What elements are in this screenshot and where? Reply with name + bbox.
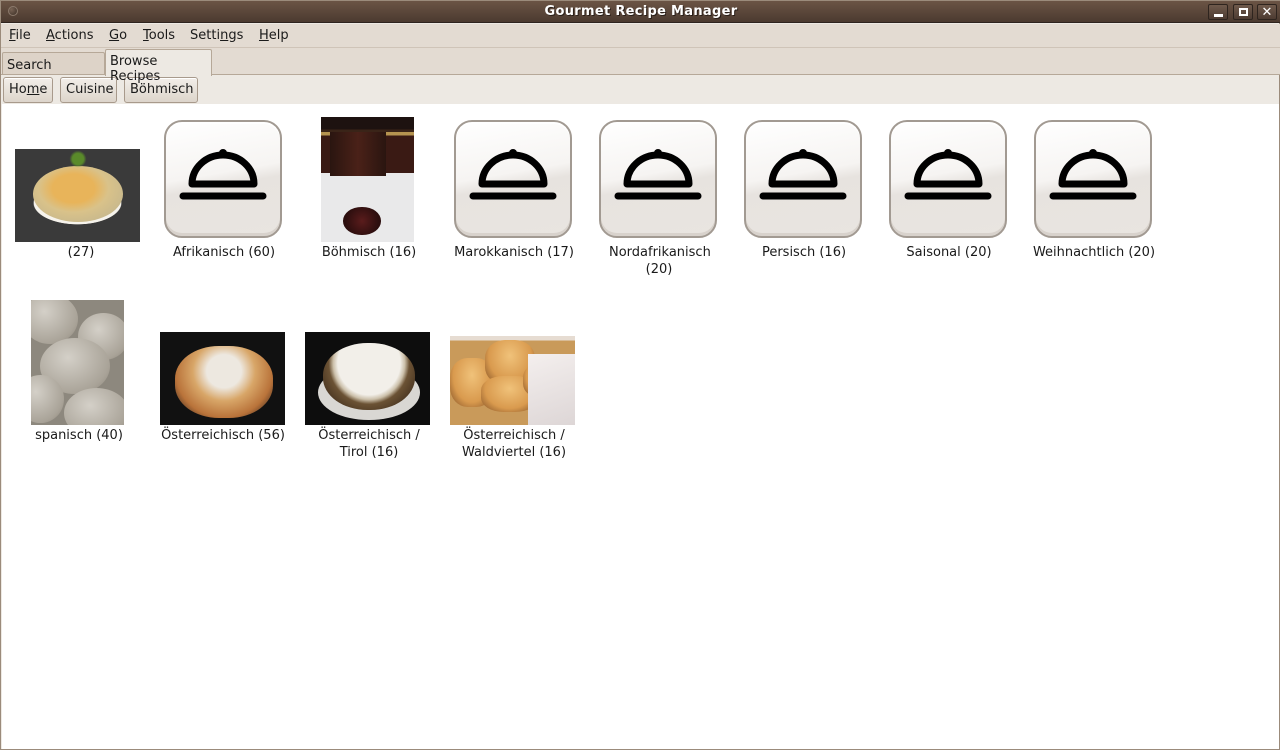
menu-actions-label: ctions [54,28,94,43]
menu-file-label: ile [15,28,31,43]
maximize-button[interactable] [1233,4,1253,20]
browse-item[interactable]: Persisch (16) [734,112,874,272]
breadcrumb-home-button[interactable]: Home [3,77,53,103]
menu-go-label: o [119,28,128,43]
notebook-tabs: Search recipes Browse Recipes [1,48,1280,88]
browse-item[interactable]: spanisch (40) [9,295,149,455]
menu-settings[interactable]: Settings [190,28,243,43]
dish-cloche-icon [599,120,717,238]
breadcrumb: Home Cuisine Böhmisch [2,75,1280,104]
browse-item-label: Marokkanisch (17) [454,245,574,260]
dish-cloche-icon [889,120,1007,238]
cloche-dome [188,151,258,188]
dish-cloche-icon [1034,120,1152,238]
menu-help-label: elp [268,28,289,43]
cloche-glyph [1049,149,1137,200]
browse-item-label: Persisch (16) [761,245,847,260]
browse-item[interactable]: Saisonal (20) [879,112,1019,272]
menu-help[interactable]: Help [259,28,289,43]
menu-tools-label: ools [148,28,176,43]
browse-item-label: (27) [67,245,95,260]
cloche-glyph [904,149,992,200]
cloche-dome [1058,151,1128,188]
cloche-dome [623,151,693,188]
tab-search-recipes[interactable]: Search recipes [2,52,105,88]
photo-potatoes-thumbnail [31,300,124,425]
photo-jam-jar-thumbnail [321,117,414,242]
tab-browse-recipes[interactable]: Browse Recipes [105,49,212,84]
menu-file[interactable]: File [9,28,31,43]
menu-actions[interactable]: Actions [46,28,94,43]
browse-item[interactable]: Weihnachtlich (20) [1024,112,1164,272]
browse-item[interactable]: Österreichisch (56) [153,295,293,455]
cloche-glyph [614,149,702,200]
close-icon: ✕ [1261,4,1273,20]
window-title: Gourmet Recipe Manager [544,4,738,19]
browse-icon-view[interactable]: (27) Afrikanisch (60) Böhmisch (16) Maro… [2,104,1280,750]
photo-cake-thumbnail [305,332,430,425]
napkin-shape [527,353,575,425]
cloche-glyph [179,149,267,200]
photo-souffle-thumbnail [160,332,285,425]
browse-item[interactable]: Österreichisch / Tirol (16) [299,295,439,465]
menu-go[interactable]: Go [109,28,127,43]
menu-tools[interactable]: Tools [143,28,175,43]
minimize-button[interactable] [1208,4,1228,20]
browse-item-label: spanisch (40) [35,428,123,443]
home-label-post: e [39,82,48,97]
browse-item-label: Afrikanisch (60) [172,245,276,260]
cloche-glyph [759,149,847,200]
minimize-icon [1213,13,1223,17]
browse-item[interactable]: Afrikanisch (60) [154,112,294,272]
browse-item-label: Böhmisch (16) [321,245,417,260]
dish-cloche-icon [454,120,572,238]
menu-bar: File Actions Go Tools Settings Help [1,24,1280,48]
title-bar[interactable]: Gourmet Recipe Manager ✕ [1,1,1280,23]
menu-settings-label-b: gs [228,28,244,43]
browse-item-label: Österreichisch / Waldviertel (16) [461,428,567,460]
close-button[interactable]: ✕ [1257,4,1277,20]
browse-item-label: Österreichisch / Tirol (16) [318,428,420,460]
dish-cloche-icon [744,120,862,238]
cloche-dome [913,151,983,188]
cloche-glyph [469,149,557,200]
browse-item[interactable]: Böhmisch (16) [299,112,439,272]
browse-item-label: Österreichisch (56) [161,428,285,443]
cloche-dome [478,151,548,188]
app-window: Gourmet Recipe Manager ✕ File Actions Go… [0,0,1280,750]
menu-settings-label-a: Setti [190,28,221,43]
browse-item-label: Nordafrikanisch (20) [609,245,711,277]
browse-item[interactable]: (27) [11,112,151,272]
home-label-mnemonic: m [26,82,40,97]
browse-item[interactable]: Österreichisch / Waldviertel (16) [444,295,584,465]
browse-item-label: Weihnachtlich (20) [1032,245,1156,260]
browse-item[interactable]: Nordafrikanisch (20) [589,112,729,282]
breadcrumb-cuisine-button[interactable]: Cuisine [60,77,117,103]
dish-cloche-icon [164,120,282,238]
browse-item[interactable]: Marokkanisch (17) [444,112,584,272]
photo-pasta-thumbnail [15,149,140,242]
home-label-pre: Ho [9,82,27,97]
maximize-icon [1238,8,1248,16]
photo-pastries-thumbnail [450,336,575,425]
cloche-dome [768,151,838,188]
browse-item-label: Saisonal (20) [906,245,992,260]
